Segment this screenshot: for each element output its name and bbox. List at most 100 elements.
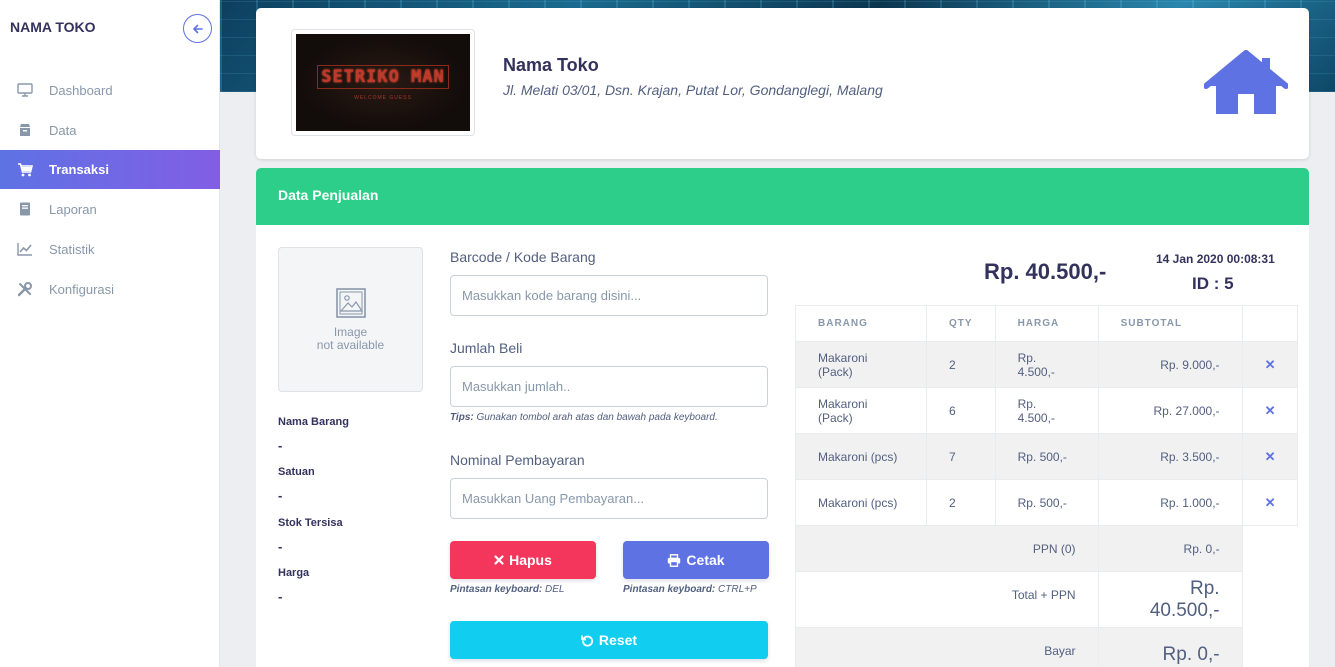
satuan-label: Satuan	[278, 466, 315, 478]
cell-qty: 7	[926, 433, 996, 480]
image-icon	[335, 287, 366, 318]
store-address: Jl. Melati 03/01, Dsn. Krajan, Putat Lor…	[503, 82, 883, 98]
hapus-label: Hapus	[509, 552, 552, 568]
image-placeholder-line2: not available	[316, 337, 385, 352]
payment-label: Nominal Pembayaran	[450, 452, 585, 468]
cell-subtotal: Rp. 9.000,-	[1097, 341, 1243, 388]
sales-card-title: Data Penjualan	[256, 168, 1309, 225]
store-card: SETRIKO MAN WELCOME GUESS Nama Toko Jl. …	[256, 8, 1309, 159]
sidebar-item-label: Konfigurasi	[49, 281, 115, 297]
table-row: Makaroni (pcs) 2 Rp. 500,- Rp. 1.000,- ✕	[795, 479, 1299, 526]
stok-label: Stok Tersisa	[278, 517, 343, 529]
cell-qty: 6	[926, 387, 996, 434]
sidebar-item-label: Dashboard	[49, 82, 113, 98]
sidebar-item-label: Data	[49, 122, 77, 138]
sidebar-item-statistik[interactable]: Statistik	[0, 229, 220, 269]
hint-prefix: Pintasan keyboard:	[623, 584, 716, 595]
cetak-shortcut-hint: Pintasan keyboard: CTRL+P	[623, 584, 757, 595]
nama-barang-label: Nama Barang	[278, 416, 349, 428]
sidebar-item-label: Statistik	[49, 241, 95, 257]
home-icon[interactable]	[1204, 50, 1288, 116]
cell-barang: Makaroni (Pack)	[795, 341, 927, 388]
barcode-label: Barcode / Kode Barang	[450, 249, 596, 265]
box-icon	[16, 121, 34, 139]
store-logo-image: SETRIKO MAN WELCOME GUESS	[296, 34, 470, 131]
remove-item-icon[interactable]: ✕	[1241, 433, 1299, 480]
payment-input[interactable]	[450, 478, 768, 519]
cetak-button[interactable]: Cetak	[623, 541, 769, 579]
sidebar-item-dashboard[interactable]: Dashboard	[0, 70, 220, 110]
cell-harga: Rp. 500,-	[994, 433, 1099, 480]
satuan-value: -	[278, 488, 283, 503]
cell-subtotal: Rp. 3.500,-	[1097, 433, 1243, 480]
logo-text: SETRIKO MAN	[317, 64, 449, 89]
sidebar-item-label: Transaksi	[49, 162, 109, 177]
undo-icon	[581, 635, 593, 647]
sidebar-item-data[interactable]: Data	[0, 110, 220, 150]
reset-button[interactable]: Reset	[450, 621, 768, 659]
transaction-date: 14 Jan 2020 00:08:31	[1156, 252, 1275, 266]
grand-total: Rp. 40.500,-	[984, 259, 1107, 284]
harga-label: Harga	[278, 567, 310, 579]
table-row: Makaroni (Pack) 6 Rp. 4.500,- Rp. 27.000…	[795, 387, 1299, 434]
reset-label: Reset	[598, 632, 638, 648]
total-label: Total + PPN	[795, 571, 1099, 628]
cell-qty: 2	[926, 341, 996, 388]
hapus-button[interactable]: Hapus	[450, 541, 596, 579]
sidebar: NAMA TOKO Dashboard Data Transaksi Lapor…	[0, 0, 220, 667]
cell-barang: Makaroni (pcs)	[795, 479, 927, 526]
barcode-input[interactable]	[450, 275, 768, 316]
cell-barang: Makaroni (Pack)	[795, 387, 927, 434]
remove-item-icon[interactable]: ✕	[1241, 387, 1299, 434]
cell-qty: 2	[926, 479, 996, 526]
stok-value: -	[278, 539, 283, 554]
header-harga: HARGA	[994, 305, 1099, 342]
logo-subtext: WELCOME GUESS	[354, 94, 412, 101]
tips-label: Tips:	[450, 412, 474, 423]
cell-subtotal: Rp. 27.000,-	[1097, 387, 1243, 434]
harga-value: -	[278, 589, 283, 604]
cell-subtotal: Rp. 1.000,-	[1097, 479, 1243, 526]
remove-item-icon[interactable]: ✕	[1241, 341, 1299, 388]
hint-prefix: Pintasan keyboard:	[450, 584, 543, 595]
sidebar-item-laporan[interactable]: Laporan	[0, 189, 220, 229]
table-header-row: BARANG QTY HARGA SUBTOTAL	[795, 305, 1299, 342]
sidebar-nav: Dashboard Data Transaksi Laporan Statist…	[0, 70, 220, 309]
header-qty: QTY	[926, 305, 996, 342]
remove-item-icon[interactable]: ✕	[1241, 479, 1299, 526]
arrow-left-icon	[192, 24, 203, 33]
cetak-key: CTRL+P	[715, 584, 757, 595]
table-row: Makaroni (pcs) 7 Rp. 500,- Rp. 3.500,- ✕	[795, 433, 1299, 480]
cart-table: BARANG QTY HARGA SUBTOTAL Makaroni (Pack…	[795, 305, 1299, 667]
header-subtotal: SUBTOTAL	[1097, 305, 1243, 342]
book-icon	[16, 200, 34, 218]
sidebar-item-konfigurasi[interactable]: Konfigurasi	[0, 269, 220, 309]
store-logo: SETRIKO MAN WELCOME GUESS	[291, 29, 475, 136]
sidebar-toggle-button[interactable]	[183, 14, 212, 43]
empty-cell	[1242, 627, 1298, 667]
table-row: Makaroni (Pack) 2 Rp. 4.500,- Rp. 9.000,…	[795, 341, 1299, 388]
cell-harga: Rp. 500,-	[994, 479, 1099, 526]
qty-input[interactable]	[450, 366, 768, 407]
sidebar-item-label: Laporan	[49, 201, 97, 217]
print-icon	[668, 553, 681, 567]
bayar-label: Bayar	[795, 627, 1099, 667]
total-value: Rp. 40.500,-	[1097, 571, 1243, 628]
tips-content: Gunakan tombol arah atas dan bawah pada …	[473, 412, 718, 423]
ppn-value: Rp. 0,-	[1097, 525, 1243, 572]
monitor-icon	[16, 81, 34, 99]
sidebar-item-transaksi[interactable]: Transaksi	[0, 150, 220, 189]
header-action	[1241, 305, 1299, 342]
empty-cell	[1242, 572, 1298, 628]
cetak-label: Cetak	[686, 552, 725, 568]
brand-title: NAMA TOKO	[10, 19, 96, 35]
hapus-key: DEL	[542, 584, 565, 595]
hapus-shortcut-hint: Pintasan keyboard: DEL	[450, 584, 565, 595]
ppn-label: PPN (0)	[795, 525, 1099, 572]
cell-barang: Makaroni (pcs)	[795, 433, 927, 480]
cell-harga: Rp. 4.500,-	[994, 387, 1099, 434]
transaction-id: ID : 5	[1192, 274, 1234, 293]
bayar-value: Rp. 0,-	[1097, 627, 1243, 667]
nama-barang-value: -	[278, 438, 283, 453]
product-image-placeholder: Image not available	[278, 247, 423, 392]
